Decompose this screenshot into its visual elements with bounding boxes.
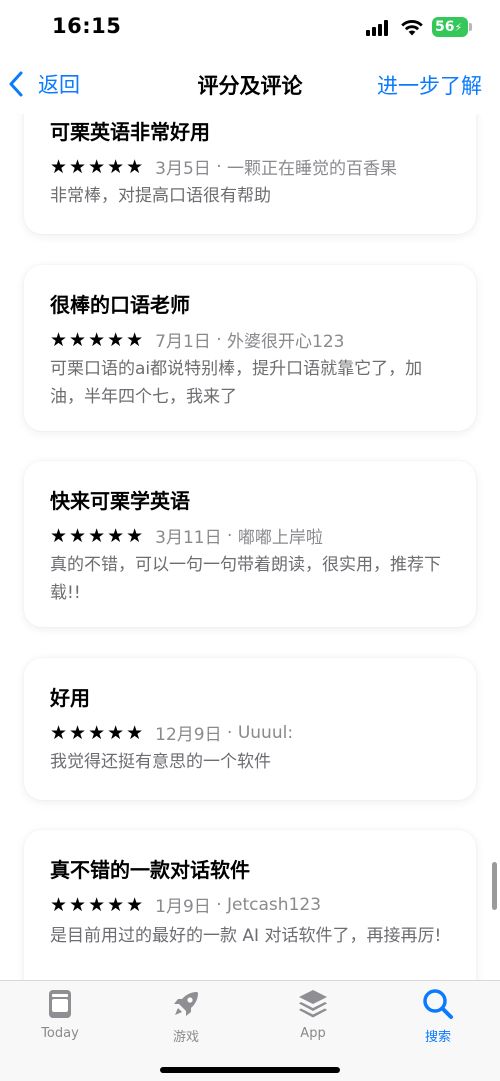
tab-search[interactable]: 搜索 (388, 987, 488, 1045)
review-card[interactable]: 快来可栗学英语 ★★★★★ 3月11日 · 嘟嘟上岸啦 真的不错，可以一句一句带… (24, 461, 476, 627)
tab-apps[interactable]: App (263, 987, 363, 1041)
review-date: 3月11日 (155, 528, 222, 548)
review-author: 一颗正在睡觉的百香果 (227, 159, 398, 179)
home-indicator[interactable] (160, 1067, 340, 1073)
star-rating: ★★★★★ (50, 893, 146, 916)
signal-icon (366, 20, 392, 36)
review-body: 可栗口语的ai都说特别棒，提升口语就靠它了，加油，半年四个七，我来了 (50, 359, 423, 407)
review-title: 可栗英语非常好用 (50, 120, 210, 144)
battery-cap (469, 23, 472, 31)
review-author: 外婆很开心123 (227, 332, 345, 352)
meta-separator: · (221, 525, 238, 546)
reviews-list[interactable]: 可栗英语非常好用 ★★★★★ 3月5日 · 一颗正在睡觉的百香果 非常棒，对提高… (0, 0, 500, 981)
meta-separator: · (221, 722, 238, 743)
review-title: 好用 (50, 686, 90, 710)
status-bar: 16:15 56⚡ (0, 0, 500, 56)
meta-separator: · (210, 894, 228, 915)
review-card[interactable]: 很棒的口语老师 ★★★★★ 7月1日 · 外婆很开心123 可栗口语的ai都说特… (24, 265, 476, 431)
review-card[interactable]: 可栗英语非常好用 ★★★★★ 3月5日 · 一颗正在睡觉的百香果 非常棒，对提高… (24, 96, 476, 234)
review-card[interactable]: 真不错的一款对话软件 ★★★★★ 1月9日 · Jetcash123 是目前用过… (24, 830, 476, 981)
review-meta: ★★★★★ 12月9日 · Uuuul: (50, 720, 294, 746)
screen: 可栗英语非常好用 ★★★★★ 3月5日 · 一颗正在睡觉的百香果 非常棒，对提高… (0, 0, 500, 1081)
status-time: 16:15 (52, 14, 122, 38)
review-title: 快来可栗学英语 (50, 489, 190, 513)
review-author: 嘟嘟上岸啦 (237, 528, 323, 548)
review-meta: ★★★★★ 1月9日 · Jetcash123 (50, 892, 322, 918)
scroll-indicator[interactable] (492, 862, 497, 910)
star-rating: ★★★★★ (50, 328, 146, 351)
review-card[interactable]: 好用 ★★★★★ 12月9日 · Uuuul: 我觉得还挺有意思的一个软件 (24, 658, 476, 800)
review-author: Uuuul: (237, 722, 294, 743)
review-meta: ★★★★★ 3月11日 · 嘟嘟上岸啦 (50, 523, 323, 549)
meta-separator: · (210, 329, 228, 350)
tab-label: 游戏 (172, 1030, 199, 1045)
review-body: 非常棒，对提高口语很有帮助 (50, 186, 271, 206)
tab-games[interactable]: 游戏 (136, 987, 236, 1045)
layers-icon (299, 990, 327, 1018)
review-meta: ★★★★★ 3月5日 · 一颗正在睡觉的百香果 (50, 154, 398, 180)
review-title: 很棒的口语老师 (50, 293, 190, 317)
review-body: 真的不错，可以一句一句带着朗读，很实用，推荐下载!! (50, 555, 441, 603)
battery-level: 56 (435, 19, 455, 35)
battery-indicator: 56⚡ (432, 17, 468, 37)
review-author: Jetcash123 (227, 894, 322, 915)
review-body: 是目前用过的最好的一款 AI 对话软件了，再接再厉! (50, 926, 442, 946)
review-date: 7月1日 (155, 332, 211, 352)
wifi-icon (401, 19, 423, 36)
meta-separator: · (210, 156, 228, 177)
review-title: 真不错的一款对话软件 (50, 858, 250, 882)
search-icon (423, 989, 453, 1019)
today-icon (49, 990, 71, 1018)
review-date: 12月9日 (155, 725, 222, 745)
learn-more-link[interactable]: 进一步了解 (377, 70, 482, 100)
review-meta: ★★★★★ 7月1日 · 外婆很开心123 (50, 327, 345, 353)
review-date: 1月9日 (155, 897, 211, 917)
star-rating: ★★★★★ (50, 721, 146, 744)
tab-today[interactable]: Today (10, 987, 110, 1041)
tab-bar: Today 游戏 App 搜索 (0, 980, 500, 1081)
nav-bar: 返回 评分及评论 进一步了解 (0, 56, 500, 114)
review-date: 3月5日 (155, 159, 211, 179)
rocket-icon (174, 992, 198, 1016)
review-body: 我觉得还挺有意思的一个软件 (50, 752, 271, 772)
star-rating: ★★★★★ (50, 155, 146, 178)
tab-label: Today (41, 1026, 79, 1041)
tab-label: 搜索 (424, 1030, 451, 1045)
tab-label: App (300, 1026, 326, 1041)
star-rating: ★★★★★ (50, 524, 146, 547)
